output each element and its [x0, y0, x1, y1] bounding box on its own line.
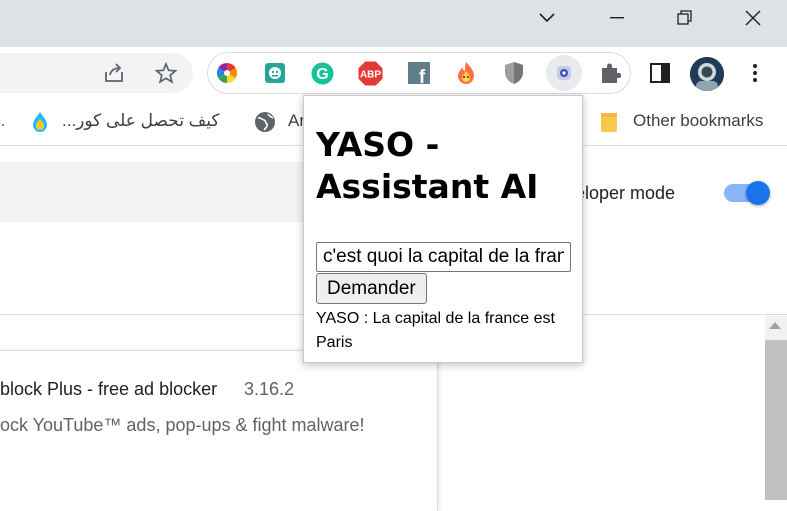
answer-text: YASO : La capital de la france est Paris: [316, 310, 555, 351]
extensions-puzzle-icon[interactable]: [598, 61, 622, 85]
extension-name: block Plus - free ad blocker: [0, 379, 218, 399]
svg-text:G: G: [316, 66, 328, 83]
side-panel-icon[interactable]: [648, 61, 672, 85]
scroll-up-arrow-icon[interactable]: [769, 322, 781, 329]
bookmark-overflow-dot: .: [0, 113, 6, 130]
color-wheel-icon[interactable]: [215, 61, 239, 85]
address-bar[interactable]: [0, 53, 193, 93]
title-bar: [0, 0, 787, 47]
svg-text:f: f: [419, 67, 426, 84]
menu-kebab-icon[interactable]: [745, 61, 765, 85]
grammarly-icon[interactable]: G: [310, 61, 334, 85]
fire-icon[interactable]: [454, 60, 478, 86]
extension-description: ock YouTube™ ads, pop-ups & fight malwar…: [0, 415, 365, 435]
folder-icon[interactable]: [599, 109, 619, 135]
avatar[interactable]: [690, 57, 724, 91]
restore-icon[interactable]: [662, 0, 708, 36]
bookmark-star-icon[interactable]: [154, 61, 178, 85]
robot-icon[interactable]: [263, 61, 287, 85]
globe-icon[interactable]: [253, 110, 277, 134]
svg-text:ABP: ABP: [359, 69, 380, 80]
tab-search-chevron-icon[interactable]: [524, 0, 570, 36]
yaso-icon[interactable]: [546, 55, 582, 91]
question-input[interactable]: [316, 242, 571, 272]
bookmark-favicon-icon: [30, 111, 50, 133]
share-icon[interactable]: [102, 61, 126, 85]
ask-button[interactable]: Demander: [316, 273, 427, 304]
extension-version: 3.16.2: [244, 379, 295, 399]
browser-toolbar: G ABP f: [0, 47, 787, 99]
adblock-icon[interactable]: ABP: [357, 60, 383, 86]
facebook-icon[interactable]: f: [407, 61, 431, 85]
minimize-icon[interactable]: [594, 0, 640, 36]
other-bookmarks[interactable]: Other bookmarks: [633, 111, 763, 131]
popup-title: YASO - Assistant AI: [316, 125, 539, 206]
developer-mode-toggle-knob[interactable]: [746, 181, 770, 205]
shield-icon[interactable]: [502, 60, 526, 86]
bookmark-item-arabic[interactable]: كيف تحصل على كور...: [62, 111, 220, 131]
close-icon[interactable]: [730, 0, 776, 36]
yaso-popup: YASO - Assistant AI Demander YASO : La c…: [303, 95, 583, 363]
scrollbar-thumb[interactable]: [765, 340, 787, 500]
